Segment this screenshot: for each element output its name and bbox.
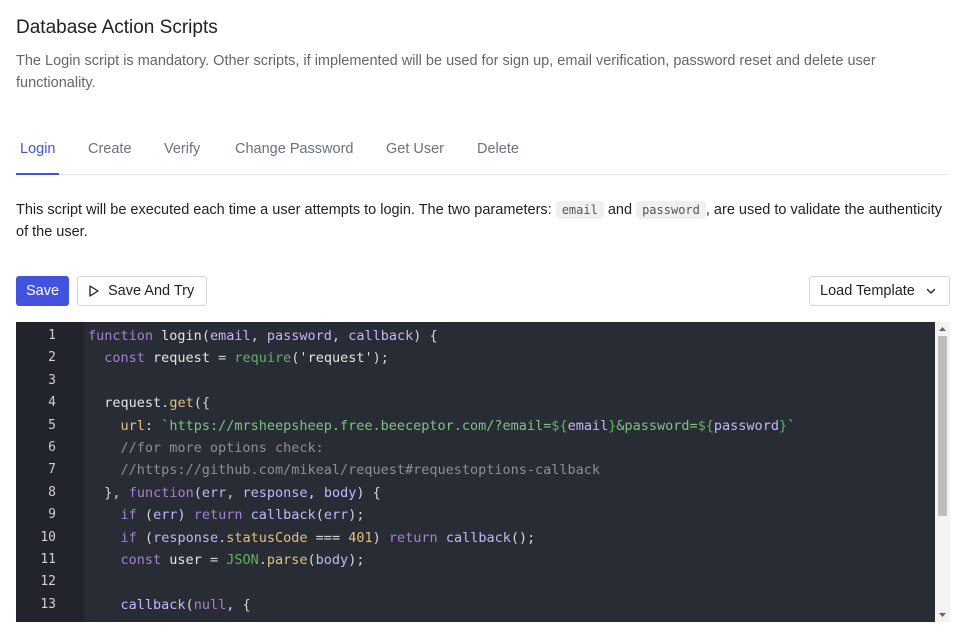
code-line[interactable]: const user = JSON.parse(body); (88, 552, 365, 568)
code-content[interactable]: function login(email, password, callback… (88, 322, 935, 622)
line-number: 7 (48, 462, 56, 478)
scroll-up-arrow-icon[interactable] (938, 325, 947, 333)
param-password-chip: password (636, 201, 706, 219)
code-line[interactable]: if (response.statusCode === 401) return … (88, 530, 536, 546)
line-number: 3 (48, 372, 56, 388)
line-number: 5 (48, 417, 56, 433)
line-number-gutter: 1 2 3 4 5 6 7 8 9 10 11 12 13 (16, 322, 84, 622)
code-line[interactable]: const request = require('request'); (88, 350, 389, 366)
line-number: 10 (40, 529, 56, 545)
line-number: 13 (40, 596, 56, 612)
code-line[interactable]: if (err) return callback(err); (88, 507, 365, 523)
save-button[interactable]: Save (16, 276, 69, 306)
line-number: 2 (48, 350, 56, 366)
tab-create[interactable]: Create (88, 141, 132, 174)
scroll-thumb[interactable] (938, 336, 947, 516)
page-description: The Login script is mandatory. Other scr… (16, 53, 876, 91)
code-line[interactable]: url: `https://mrsheepsheep.free.beecepto… (88, 418, 796, 434)
line-number: 8 (48, 484, 56, 500)
line-number: 9 (48, 507, 56, 523)
tab-delete[interactable]: Delete (477, 141, 519, 174)
code-editor[interactable]: 1 2 3 4 5 6 7 8 9 10 11 12 13 function login(email, … (16, 322, 950, 622)
play-icon (88, 285, 100, 297)
page-title: Database Action Scripts (16, 17, 218, 38)
code-line[interactable]: request.get({ (88, 395, 210, 411)
code-line[interactable]: callback(null, { (88, 597, 251, 613)
tab-verify[interactable]: Verify (164, 141, 200, 174)
line-number: 12 (40, 574, 56, 590)
script-tabs: Login Create Verify Change Password Get … (15, 132, 949, 175)
scroll-down-arrow-icon[interactable] (938, 611, 947, 619)
line-number: 11 (40, 552, 56, 567)
script-description-middle: and (603, 202, 637, 218)
save-and-try-button[interactable]: Save And Try (77, 276, 207, 306)
line-number: 6 (48, 440, 56, 455)
tab-change-password[interactable]: Change Password (235, 141, 354, 174)
tab-get-user[interactable]: Get User (386, 141, 444, 174)
code-line[interactable]: //https://github.com/mikeal/request#requ… (88, 462, 601, 478)
code-line[interactable]: //for more options check: (88, 440, 324, 456)
script-description: This script will be executed each time a… (16, 199, 946, 243)
save-and-try-label: Save And Try (108, 283, 195, 299)
script-description-before: This script will be executed each time a… (16, 202, 556, 218)
param-email-chip: email (555, 201, 604, 219)
line-number: 1 (48, 328, 56, 343)
code-line[interactable]: }, function(err, response, body) { (88, 485, 381, 501)
chevron-down-icon (921, 285, 937, 297)
load-template-dropdown[interactable]: Load Template (809, 276, 950, 306)
code-line[interactable]: function login(email, password, callback… (88, 328, 438, 344)
tab-login[interactable]: Login (15, 141, 61, 175)
line-number: 4 (48, 395, 56, 411)
editor-scrollbar[interactable] (935, 322, 950, 622)
load-template-label: Load Template (820, 283, 915, 299)
